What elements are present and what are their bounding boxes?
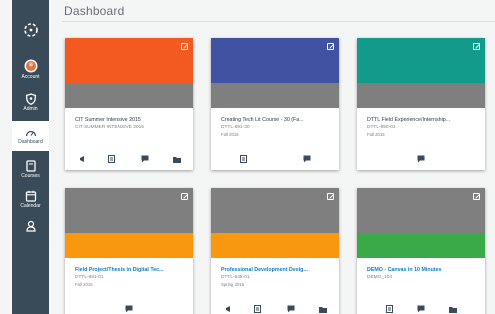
- card-title[interactable]: CIT Summer Intensive 2015: [75, 117, 187, 124]
- course-card[interactable]: Field Project/Thesis in Digital Tec... D…: [65, 188, 193, 314]
- avatar: [24, 59, 37, 73]
- discussions-icon[interactable]: [417, 150, 425, 168]
- card-code: DTTL-690-01: [367, 125, 396, 130]
- card-actions: [211, 300, 339, 313]
- card-term: Fall 2015: [221, 132, 239, 137]
- card-hero[interactable]: [211, 188, 339, 233]
- edit-nickname-icon[interactable]: [473, 193, 480, 200]
- card-title[interactable]: Field Project/Thesis in Digital Tec...: [75, 267, 187, 274]
- course-card[interactable]: Professional Development Desig... DTTL-6…: [211, 188, 339, 314]
- card-code: DTTL-645-01: [221, 275, 250, 280]
- card-title[interactable]: DEMO - Canvas in 10 Minutes: [367, 267, 479, 274]
- card-term: Spring 2016: [221, 282, 245, 287]
- discussions-icon[interactable]: [417, 300, 425, 314]
- card-code: DEMO_104: [367, 275, 393, 280]
- card-hero[interactable]: [65, 38, 193, 83]
- files-icon[interactable]: [449, 300, 457, 314]
- card-title[interactable]: Creating Tech Lit Course - 30 (Fa...: [221, 117, 333, 124]
- nav-calendar-label: Calendar: [20, 203, 41, 209]
- card-term: Fall 2015: [367, 132, 385, 137]
- discussions-icon[interactable]: [125, 300, 133, 314]
- shield-icon: [25, 93, 36, 105]
- course-card[interactable]: DEMO - Canvas in 10 Minutes DEMO_104: [357, 188, 485, 314]
- canvas-dashboard-page: Account Admin Dashboard Courses Calendar…: [0, 0, 495, 314]
- card-actions: [65, 300, 193, 313]
- announcements-icon[interactable]: [79, 150, 87, 168]
- canvas-logo-icon: [23, 23, 38, 37]
- assignments-icon[interactable]: [254, 300, 261, 314]
- nav-inbox[interactable]: [12, 220, 49, 232]
- card-band: [211, 83, 339, 108]
- course-card[interactable]: DTTL Field Experience/Internship... DTTL…: [357, 38, 485, 170]
- calendar-icon: [25, 190, 36, 202]
- nav-admin-label: Admin: [23, 106, 38, 112]
- edit-nickname-icon[interactable]: [181, 43, 188, 50]
- edit-nickname-icon[interactable]: [327, 43, 334, 50]
- card-actions: [357, 300, 485, 313]
- assignments-icon[interactable]: [386, 300, 393, 314]
- header-divider: [62, 21, 495, 22]
- card-title[interactable]: Professional Development Desig...: [221, 267, 333, 274]
- card-hero[interactable]: [211, 38, 339, 83]
- page-title: Dashboard: [64, 4, 125, 18]
- discussions-icon[interactable]: [303, 150, 311, 168]
- card-actions: [65, 150, 193, 163]
- course-card[interactable]: Creating Tech Lit Course - 30 (Fa... DTT…: [211, 38, 339, 170]
- global-nav: Account Admin Dashboard Courses Calendar: [12, 0, 49, 314]
- nav-logo[interactable]: [12, 22, 49, 38]
- card-hero[interactable]: [357, 38, 485, 83]
- nav-courses-label: Courses: [21, 173, 40, 179]
- files-icon[interactable]: [173, 150, 181, 168]
- nav-courses[interactable]: Courses: [12, 160, 49, 179]
- edit-nickname-icon[interactable]: [327, 193, 334, 200]
- nav-dashboard-label: Dashboard: [18, 139, 43, 145]
- card-hero[interactable]: [65, 188, 193, 233]
- card-term: Fall 2015: [75, 282, 93, 287]
- edit-nickname-icon[interactable]: [181, 193, 188, 200]
- card-title[interactable]: DTTL Field Experience/Internship...: [367, 117, 479, 124]
- inbox-icon: [25, 220, 36, 232]
- book-icon: [25, 160, 36, 172]
- card-band: [65, 233, 193, 258]
- edit-nickname-icon[interactable]: [473, 43, 480, 50]
- discussions-icon[interactable]: [287, 300, 295, 314]
- speedometer-icon: [25, 130, 36, 137]
- card-code: DTTL-691-30: [221, 125, 250, 130]
- assignments-icon[interactable]: [108, 150, 115, 168]
- nav-admin[interactable]: Admin: [12, 93, 49, 112]
- assignments-icon[interactable]: [240, 150, 247, 168]
- files-icon[interactable]: [319, 300, 327, 314]
- card-hero[interactable]: [357, 188, 485, 233]
- announcements-icon[interactable]: [225, 300, 233, 314]
- card-band: [211, 233, 339, 258]
- nav-dashboard[interactable]: Dashboard: [12, 121, 49, 151]
- card-band: [357, 233, 485, 258]
- nav-calendar[interactable]: Calendar: [12, 190, 49, 209]
- card-actions: [211, 150, 339, 163]
- card-band: [65, 83, 193, 108]
- course-card[interactable]: CIT Summer Intensive 2015 CIT SUMMER INT…: [65, 38, 193, 170]
- card-band: [357, 83, 485, 108]
- card-code: CIT SUMMER INTENSIVE 2015: [75, 125, 144, 130]
- nav-account[interactable]: Account: [12, 59, 49, 80]
- nav-account-label: Account: [21, 74, 40, 80]
- discussions-icon[interactable]: [141, 150, 149, 168]
- card-actions: [357, 150, 485, 163]
- card-code: DTTL-691-01: [75, 275, 104, 280]
